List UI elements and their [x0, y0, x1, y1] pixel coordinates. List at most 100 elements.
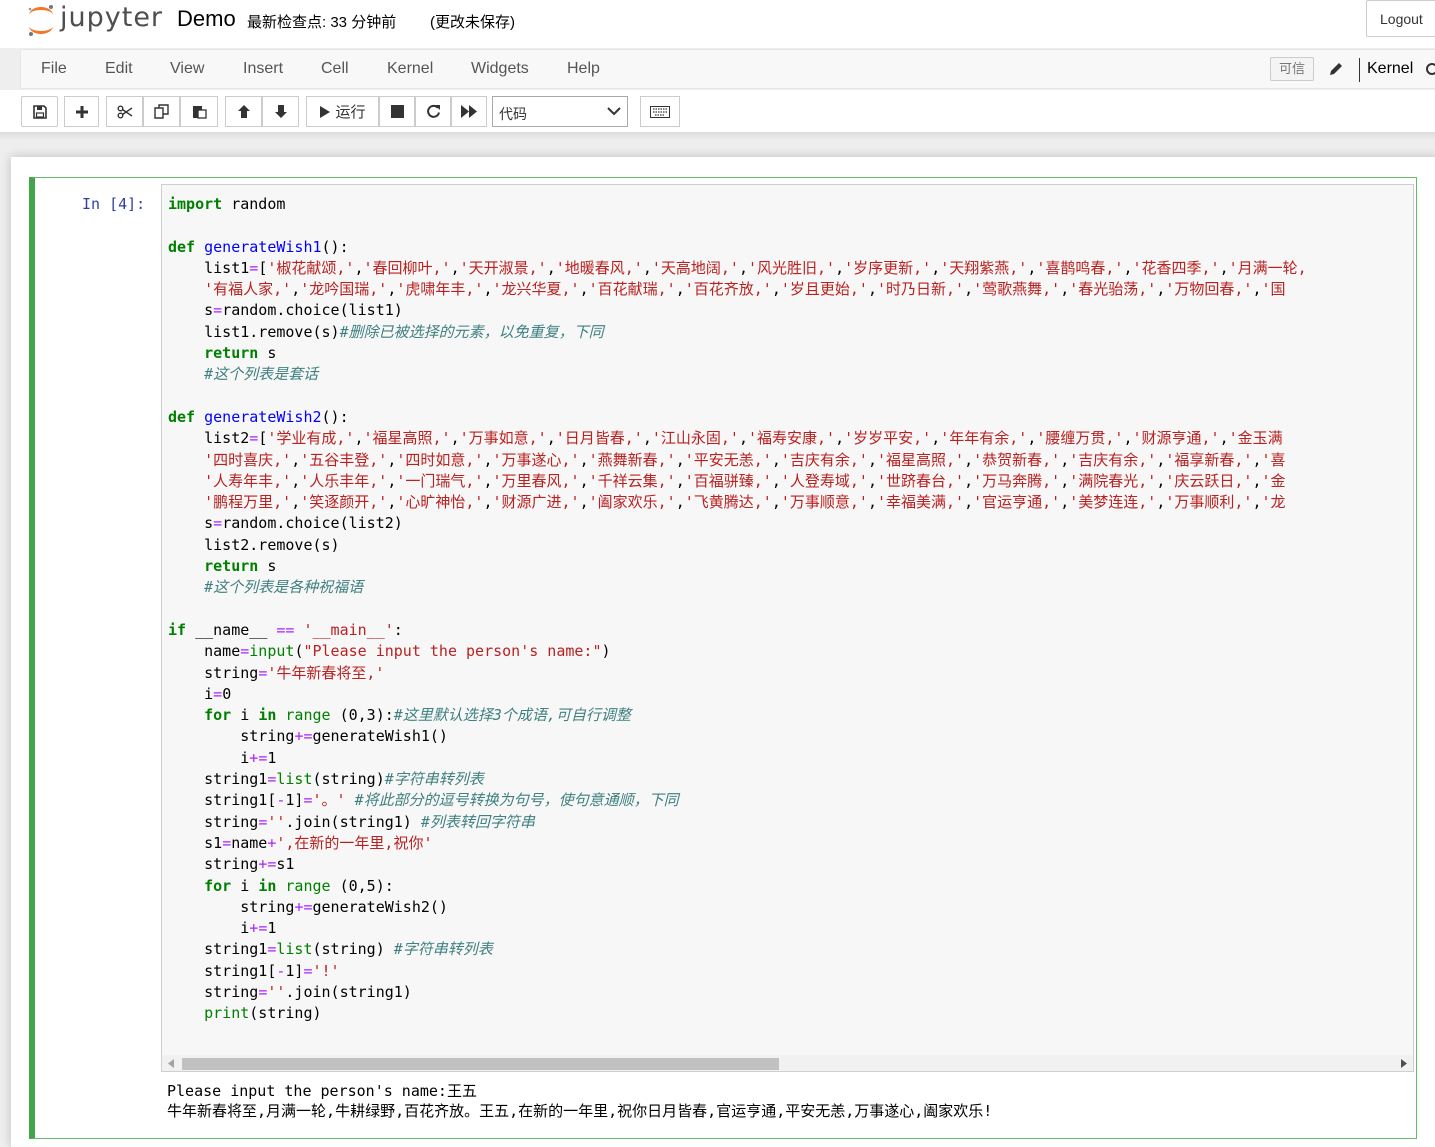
restart-run-all-button[interactable] — [451, 96, 487, 127]
notebook-container: In [4]: import random def generateWish1(… — [11, 157, 1435, 1147]
code-line: string+=generateWish1() — [168, 727, 448, 746]
menu-edit[interactable]: Edit — [105, 60, 133, 78]
plus-icon — [75, 105, 88, 118]
code-line: string=''.join(string1) — [168, 982, 412, 1001]
move-up-button[interactable] — [225, 96, 262, 127]
code-line: for i in range (0,3):#这里默认选择3个成语,可自行调整 — [204, 706, 631, 725]
copy-button[interactable] — [143, 96, 180, 127]
code-line: #这个列表是各种祝福语 — [204, 578, 364, 597]
code-line: string1=list(string) #字符串转列表 — [168, 940, 493, 959]
output-line: Please input the person's name:王五 — [167, 1082, 477, 1100]
code-line: string+=s1 — [168, 855, 295, 874]
code-line: '鹏程万里,','笑逐颜开,','心旷神怡,','财源广进,','阖家欢乐,',… — [204, 493, 1286, 512]
code-line: import random — [168, 195, 286, 213]
scrollbar-thumb[interactable] — [182, 1058, 779, 1070]
menu-file[interactable]: File — [41, 60, 67, 78]
code-line: for i in range (0,5): — [204, 876, 394, 895]
code-line: string1[-1]='。' #将此部分的逗号转换为句号，使句意通顺，下同 — [168, 791, 679, 810]
arrow-up-icon — [237, 105, 250, 118]
code-line: return s — [204, 557, 277, 576]
code-line: name=input("Please input the person's na… — [168, 642, 611, 661]
menu-widgets[interactable]: Widgets — [471, 60, 529, 78]
code-line: def generateWish1(): — [168, 237, 349, 256]
cell-type-select[interactable]: 代码 — [492, 96, 628, 127]
code-line: list2=['学业有成,','福星高照,','万事如意,','日月皆春,','… — [168, 429, 1283, 448]
jupyter-logo[interactable]: jupyter — [26, 2, 164, 38]
scissors-icon — [117, 105, 132, 118]
move-down-button[interactable] — [262, 96, 299, 127]
keyboard-icon — [650, 105, 670, 118]
restart-button[interactable] — [415, 96, 451, 127]
toolbar-shadow — [0, 132, 1435, 140]
checkpoint-status: 最新检查点: 33 分钟前 — [247, 14, 397, 31]
code-line: string=''.join(string1) #列表转回字符串 — [168, 812, 535, 831]
code-line: '四时喜庆,','五谷丰登,','四时如意,','万事遂心,','燕舞新春,',… — [204, 450, 1286, 469]
restart-icon — [426, 104, 440, 118]
code-text[interactable]: import random def generateWish1(): list1… — [168, 194, 1307, 1025]
kernel-status-icon — [1426, 63, 1435, 75]
code-line: s=random.choice(list2) — [168, 514, 403, 533]
code-line: def generateWish2(): — [168, 407, 349, 426]
fast-forward-icon — [461, 105, 477, 118]
toolbar: 运行 代码 — [0, 90, 1435, 132]
scroll-right-icon[interactable] — [1401, 1059, 1407, 1068]
pencil-icon[interactable] — [1326, 59, 1346, 79]
code-line: string+=generateWish2() — [168, 897, 448, 916]
chevron-down-icon — [607, 107, 621, 116]
code-line: list2.remove(s) — [168, 535, 340, 554]
code-line: '人寿年丰,','人乐丰年,','一门瑞气,','万里春风,','千祥云集,',… — [204, 471, 1286, 490]
code-line: #这个列表是套话 — [204, 365, 319, 384]
header: jupyter Demo 最新检查点: 33 分钟前 (更改未保存) Logou… — [0, 0, 1435, 48]
code-line: return s — [204, 344, 277, 363]
interrupt-button[interactable] — [379, 96, 415, 127]
code-line: s1=name+',在新的一年里,祝你' — [168, 833, 433, 852]
save-icon — [32, 104, 47, 119]
trusted-indicator[interactable]: 可信 — [1270, 57, 1314, 81]
scroll-left-icon[interactable] — [168, 1059, 174, 1068]
copy-icon — [153, 104, 169, 119]
cell-type-value: 代码 — [499, 106, 527, 122]
insert-cell-button[interactable] — [64, 96, 99, 127]
menu-kernel[interactable]: Kernel — [387, 60, 433, 78]
code-line: string1[-1]='!' — [168, 961, 340, 980]
cut-button[interactable] — [106, 96, 143, 127]
code-line: i+=1 — [168, 748, 277, 767]
paste-button[interactable] — [180, 96, 218, 127]
logout-button[interactable]: Logout — [1366, 0, 1435, 37]
kernel-separator — [1359, 58, 1360, 82]
logo-text: jupyter — [60, 2, 164, 33]
menu-help[interactable]: Help — [567, 60, 600, 78]
code-editor[interactable]: import random def generateWish1(): list1… — [161, 184, 1414, 1072]
command-palette-button[interactable] — [640, 96, 680, 127]
stop-icon — [390, 105, 404, 118]
code-line: i=0 — [168, 684, 232, 703]
horizontal-scrollbar[interactable] — [162, 1055, 1413, 1071]
code-line: '有福人家,','龙吟国瑞,','虎啸年丰,','龙兴华夏,','百花献瑞,',… — [204, 280, 1286, 299]
autosave-status: (更改未保存) — [430, 14, 515, 31]
code-line: print(string) — [204, 1004, 322, 1023]
save-button[interactable] — [21, 96, 58, 127]
code-line: if __name__ == '__main__': — [168, 620, 403, 639]
code-line: string='牛年新春将至,' — [168, 663, 385, 682]
menubar: File Edit View Insert Cell Kernel Widget… — [20, 49, 1435, 89]
notebook-name[interactable]: Demo — [177, 6, 236, 32]
play-icon — [320, 105, 331, 118]
code-cell[interactable]: In [4]: import random def generateWish1(… — [29, 177, 1417, 1139]
jupyter-logo-icon — [28, 5, 53, 36]
input-prompt: In [4]: — [82, 195, 146, 213]
run-label: 运行 — [335, 104, 366, 121]
paste-icon — [192, 106, 207, 119]
code-line: s=random.choice(list1) — [168, 301, 403, 320]
code-line: list1=['椒花献颂,','春回柳叶,','天开淑景,','地暖春风,','… — [168, 258, 1307, 277]
menu-cell[interactable]: Cell — [321, 60, 349, 78]
code-line: list1.remove(s)#删除已被选择的元素，以免重复，下同 — [168, 322, 604, 341]
menu-view[interactable]: View — [170, 60, 204, 78]
code-line: string1=list(string)#字符串转列表 — [168, 770, 484, 789]
run-button[interactable]: 运行 — [306, 96, 379, 127]
kernel-name[interactable]: Kernel — [1367, 60, 1413, 78]
menu-insert[interactable]: Insert — [243, 60, 283, 78]
cell-output: Please input the person's name:王五 牛年新春将至… — [167, 1081, 992, 1121]
code-line: i+=1 — [168, 919, 277, 938]
output-line: 牛年新春将至,月满一轮,牛耕绿野,百花齐放。王五,在新的一年里,祝你日月皆春,官… — [167, 1102, 993, 1120]
arrow-down-icon — [274, 105, 287, 118]
